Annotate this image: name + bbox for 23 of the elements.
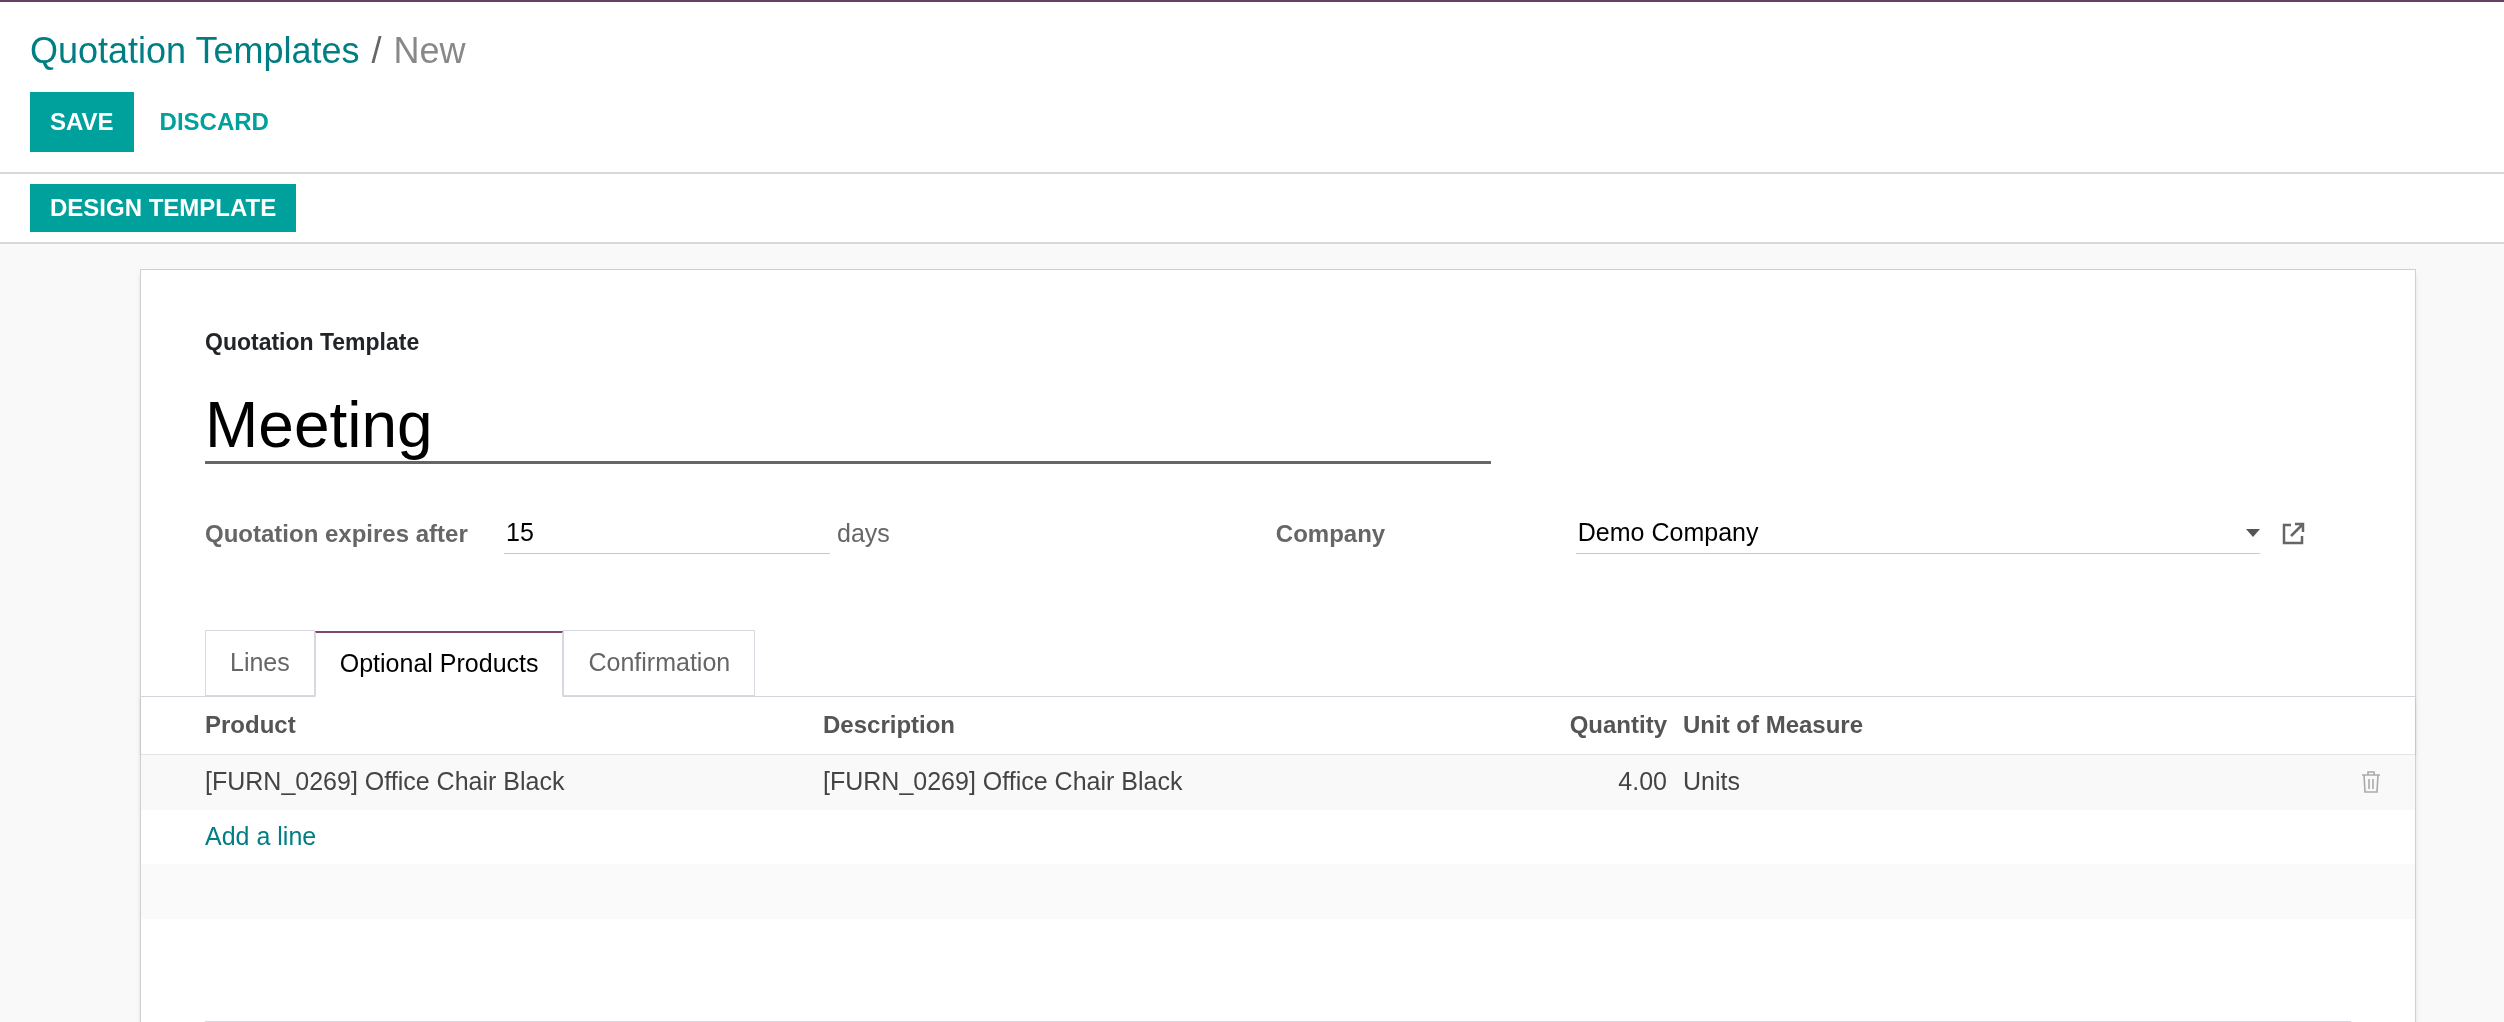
field-label: Company bbox=[1275, 518, 1387, 549]
tab[interactable]: Lines bbox=[205, 629, 315, 696]
table-cell-text: [FURN_0269] Office Chair Black bbox=[204, 766, 566, 798]
table-cell-text: [FURN_0269] Office Chair Black bbox=[823, 766, 1184, 798]
caret-icon bbox=[2245, 529, 2260, 537]
tab[interactable]: Confirmation bbox=[563, 629, 756, 696]
breadcrumb-link[interactable]: Quotation Templates bbox=[30, 24, 360, 78]
table-cell-text: 4.00 bbox=[1617, 766, 1668, 798]
name-field[interactable]: Meeting bbox=[205, 363, 1491, 464]
field-label: Quotation expires after bbox=[205, 518, 469, 549]
expires-field[interactable]: 15 bbox=[504, 513, 830, 554]
breadcrumb-current: New bbox=[393, 29, 466, 73]
column-header[interactable]: Product bbox=[141, 707, 823, 743]
unit-label: days bbox=[837, 517, 890, 549]
field-label: Quotation Template bbox=[205, 328, 421, 357]
add-line-link[interactable]: Add a line bbox=[205, 817, 317, 856]
column-header[interactable]: Description bbox=[823, 707, 1368, 743]
company-field[interactable]: Demo Company bbox=[1575, 513, 2260, 554]
table-cell-text: Units bbox=[1683, 766, 1741, 798]
tab[interactable]: Optional Products bbox=[314, 630, 564, 697]
breadcrumb-separator: / bbox=[371, 29, 382, 73]
column-header[interactable]: Quantity bbox=[1368, 707, 1683, 743]
column-header[interactable]: Unit of Measure bbox=[1683, 707, 2183, 743]
